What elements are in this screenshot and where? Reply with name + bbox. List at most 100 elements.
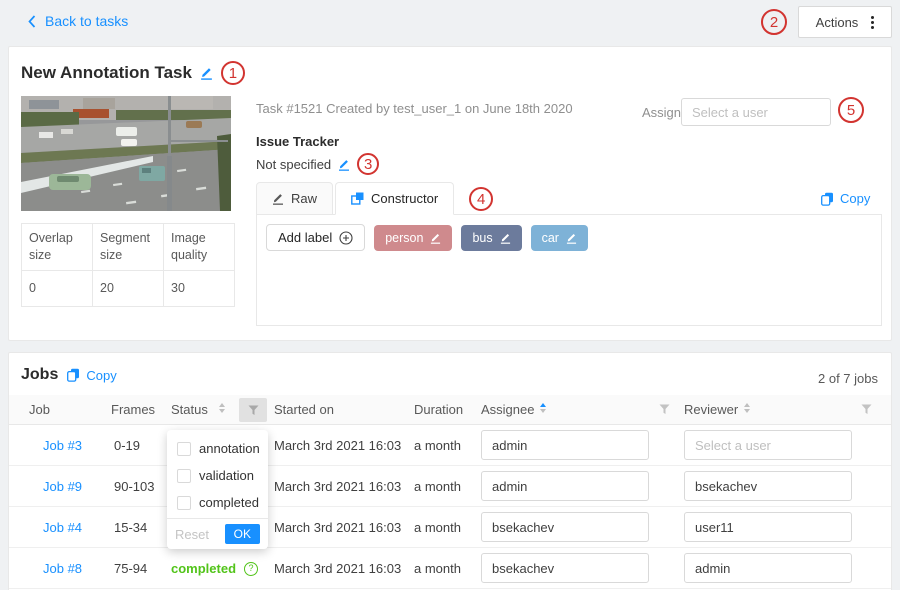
table-row: Job #3 0-19 March 3rd 2021 16:03 a month: [9, 425, 891, 466]
actions-label: Actions: [816, 15, 859, 30]
edit-label-car-icon[interactable]: [566, 232, 577, 244]
started-cell: March 3rd 2021 16:03: [274, 425, 401, 466]
col-duration: Duration: [414, 395, 463, 425]
assignee-input[interactable]: [481, 471, 649, 501]
more-icon: [871, 16, 874, 29]
filter-funnel-icon: [659, 404, 670, 415]
started-cell: March 3rd 2021 16:03: [274, 507, 401, 548]
param-header-quality: Image quality: [164, 224, 235, 271]
col-job: Job: [29, 395, 50, 425]
issue-tracker-value: Not specified: [256, 157, 331, 172]
labels-constructor-panel: Add label person bus: [256, 214, 882, 326]
tab-constructor-label: Constructor: [371, 191, 438, 206]
reviewer-input[interactable]: [684, 553, 852, 583]
edit-label-bus-icon[interactable]: [500, 232, 511, 244]
jobs-card: Jobs Copy 2 of 7 jobs Job Frames Status …: [8, 352, 892, 590]
add-label-text: Add label: [278, 230, 332, 245]
copy-icon: [67, 368, 80, 382]
assigned-to-input[interactable]: [681, 98, 831, 126]
frames-cell: 90-103: [114, 466, 154, 507]
col-status[interactable]: Status: [171, 395, 208, 425]
actions-button[interactable]: Actions: [798, 6, 892, 38]
topbar-right: 2 Actions: [761, 6, 892, 38]
status-filter-button[interactable]: [239, 398, 267, 422]
job-link[interactable]: Job #3: [43, 425, 82, 466]
assignee-filter-button[interactable]: [659, 404, 670, 415]
task-preview-image: [21, 96, 231, 211]
param-value-segment: 20: [93, 270, 164, 306]
callout-4: 4: [469, 187, 493, 211]
edit-label-person-icon[interactable]: [430, 232, 441, 244]
issue-tracker-label: Issue Tracker: [256, 134, 339, 149]
back-to-tasks-label: Back to tasks: [45, 13, 128, 29]
copy-jobs-link[interactable]: Copy: [67, 368, 116, 383]
callout-2: 2: [761, 9, 787, 35]
filter-option-validation[interactable]: validation: [167, 462, 268, 489]
tab-constructor[interactable]: Constructor: [335, 182, 454, 215]
copy-icon: [821, 192, 834, 206]
pencil-icon: [272, 192, 284, 205]
task-parameters-table: Overlap size Segment size Image quality …: [21, 223, 235, 307]
label-chip-car[interactable]: car: [531, 225, 588, 251]
filter-option-annotation-label: annotation: [199, 441, 260, 456]
jobs-header: Jobs Copy: [21, 366, 117, 384]
block-icon: [351, 192, 364, 205]
param-value-quality: 30: [164, 270, 235, 306]
status-completed-label: completed: [171, 548, 236, 589]
duration-cell: a month: [414, 507, 461, 548]
reviewer-sorter[interactable]: [744, 403, 750, 413]
filter-option-annotation[interactable]: annotation: [167, 435, 268, 462]
label-chip-bus[interactable]: bus: [461, 225, 521, 251]
assignee-input[interactable]: [481, 553, 649, 583]
add-label-button[interactable]: Add label: [266, 224, 365, 251]
page: Back to tasks 2 Actions New Annotation T…: [0, 0, 900, 590]
filter-option-completed[interactable]: completed: [167, 489, 268, 516]
checkbox-annotation[interactable]: [177, 442, 191, 456]
assignee-input[interactable]: [481, 512, 649, 542]
label-chip-person-name: person: [385, 231, 423, 245]
question-circle-icon[interactable]: ?: [244, 562, 258, 576]
reviewer-input[interactable]: [684, 471, 852, 501]
edit-issue-tracker-icon[interactable]: [338, 158, 350, 171]
label-chip-person[interactable]: person: [374, 225, 452, 251]
table-row: Job #8 75-94 completed ? March 3rd 2021 …: [9, 548, 891, 589]
reviewer-input[interactable]: [684, 512, 852, 542]
filter-funnel-icon: [248, 405, 259, 416]
job-link[interactable]: Job #4: [43, 507, 82, 548]
param-header-overlap: Overlap size: [22, 224, 93, 271]
filter-reset-button[interactable]: Reset: [175, 527, 209, 542]
table-row: Job #4 15-34 March 3rd 2021 16:03 a mont…: [9, 507, 891, 548]
assignee-sorter[interactable]: [540, 403, 546, 413]
tab-raw-label: Raw: [291, 191, 317, 206]
copy-labels-link[interactable]: Copy: [821, 191, 870, 206]
job-link[interactable]: Job #9: [43, 466, 82, 507]
frames-cell: 15-34: [114, 507, 147, 548]
edit-task-name-icon[interactable]: [200, 66, 213, 80]
checkbox-completed[interactable]: [177, 496, 191, 510]
issue-tracker-row: Not specified 3: [256, 153, 379, 175]
filter-ok-button[interactable]: OK: [225, 524, 260, 544]
col-reviewer[interactable]: Reviewer: [684, 395, 738, 425]
assignee-input[interactable]: [481, 430, 649, 460]
status-sorter[interactable]: [219, 403, 225, 413]
task-details-card: New Annotation Task 1: [8, 46, 892, 341]
reviewer-filter-button[interactable]: [861, 404, 872, 415]
duration-cell: a month: [414, 425, 461, 466]
tab-raw[interactable]: Raw: [256, 182, 333, 215]
label-chip-bus-name: bus: [472, 231, 492, 245]
copy-jobs-label: Copy: [86, 368, 116, 383]
plus-circle-icon: [339, 231, 353, 245]
col-assignee[interactable]: Assignee: [481, 395, 534, 425]
reviewer-input[interactable]: [684, 430, 852, 460]
started-cell: March 3rd 2021 16:03: [274, 548, 401, 589]
callout-5: 5: [838, 97, 864, 123]
labels-row: Add label person bus: [257, 215, 881, 260]
frames-cell: 75-94: [114, 548, 147, 589]
param-header-segment: Segment size: [93, 224, 164, 271]
checkbox-validation[interactable]: [177, 469, 191, 483]
callout-3: 3: [357, 153, 379, 175]
jobs-title: Jobs: [21, 366, 58, 384]
job-link[interactable]: Job #8: [43, 548, 82, 589]
filter-option-validation-label: validation: [199, 468, 254, 483]
back-to-tasks-link[interactable]: Back to tasks: [28, 13, 128, 29]
